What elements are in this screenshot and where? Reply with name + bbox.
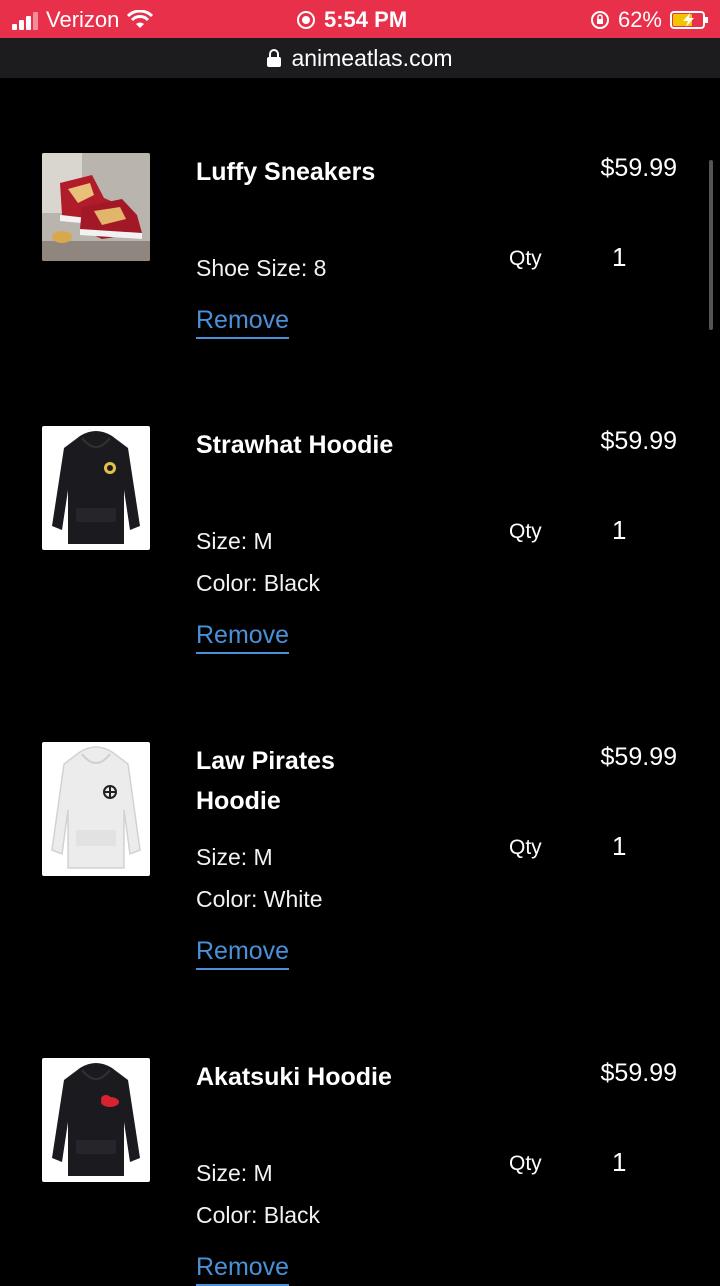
qty-label: Qty bbox=[509, 1152, 542, 1175]
black-hoodie-image[interactable] bbox=[42, 426, 150, 550]
item-name[interactable]: Akatsuki Hoodie bbox=[196, 1057, 396, 1097]
qty-label: Qty bbox=[509, 836, 542, 859]
screen-record-icon bbox=[297, 11, 315, 29]
qty-label: Qty bbox=[509, 520, 542, 543]
orientation-lock-icon bbox=[590, 11, 609, 29]
wifi-icon bbox=[127, 10, 154, 28]
white-hoodie-image[interactable] bbox=[42, 742, 150, 876]
remove-button[interactable]: Remove bbox=[196, 621, 290, 654]
clock: 5:54 PM bbox=[324, 7, 408, 32]
qty-value[interactable]: 1 bbox=[612, 242, 626, 273]
remove-button[interactable]: Remove bbox=[196, 937, 290, 970]
qty-label: Qty bbox=[509, 247, 542, 270]
remove-button[interactable]: Remove bbox=[196, 1253, 290, 1286]
remove-button[interactable]: Remove bbox=[196, 306, 290, 339]
item-option: Size: M bbox=[196, 844, 273, 870]
url-text: animeatlas.com bbox=[291, 44, 453, 71]
qty-value[interactable]: 1 bbox=[612, 1147, 626, 1178]
item-name[interactable]: Strawhat Hoodie bbox=[196, 425, 396, 465]
battery-charging-icon bbox=[670, 11, 708, 29]
red-sneakers-image[interactable] bbox=[42, 153, 150, 261]
item-option: Size: M bbox=[196, 1160, 273, 1186]
item-price: $59.99 bbox=[600, 1059, 677, 1087]
item-price: $59.99 bbox=[600, 154, 677, 182]
battery-percent: 62% bbox=[617, 7, 662, 32]
lock-icon bbox=[267, 49, 282, 67]
item-option: Shoe Size: 8 bbox=[196, 255, 327, 281]
scrollbar[interactable] bbox=[709, 160, 713, 330]
item-name[interactable]: Luffy Sneakers bbox=[196, 152, 396, 192]
item-option: Color: Black bbox=[196, 1202, 320, 1228]
item-option: Size: M bbox=[196, 528, 273, 554]
black-hoodie-cloud-image[interactable] bbox=[42, 1058, 150, 1182]
item-option: Color: White bbox=[196, 886, 323, 912]
qty-value[interactable]: 1 bbox=[612, 831, 626, 862]
item-price: $59.99 bbox=[600, 743, 677, 771]
carrier-label: Verizon bbox=[46, 7, 120, 32]
signal-icon bbox=[12, 10, 38, 30]
qty-value[interactable]: 1 bbox=[612, 515, 626, 546]
item-price: $59.99 bbox=[600, 427, 677, 455]
status-bar: Verizon 5:54 PM 62% bbox=[0, 0, 720, 38]
item-name[interactable]: Law Pirates Hoodie bbox=[196, 741, 396, 821]
url-bar[interactable]: animeatlas.com bbox=[0, 38, 720, 78]
item-option: Color: Black bbox=[196, 570, 320, 596]
